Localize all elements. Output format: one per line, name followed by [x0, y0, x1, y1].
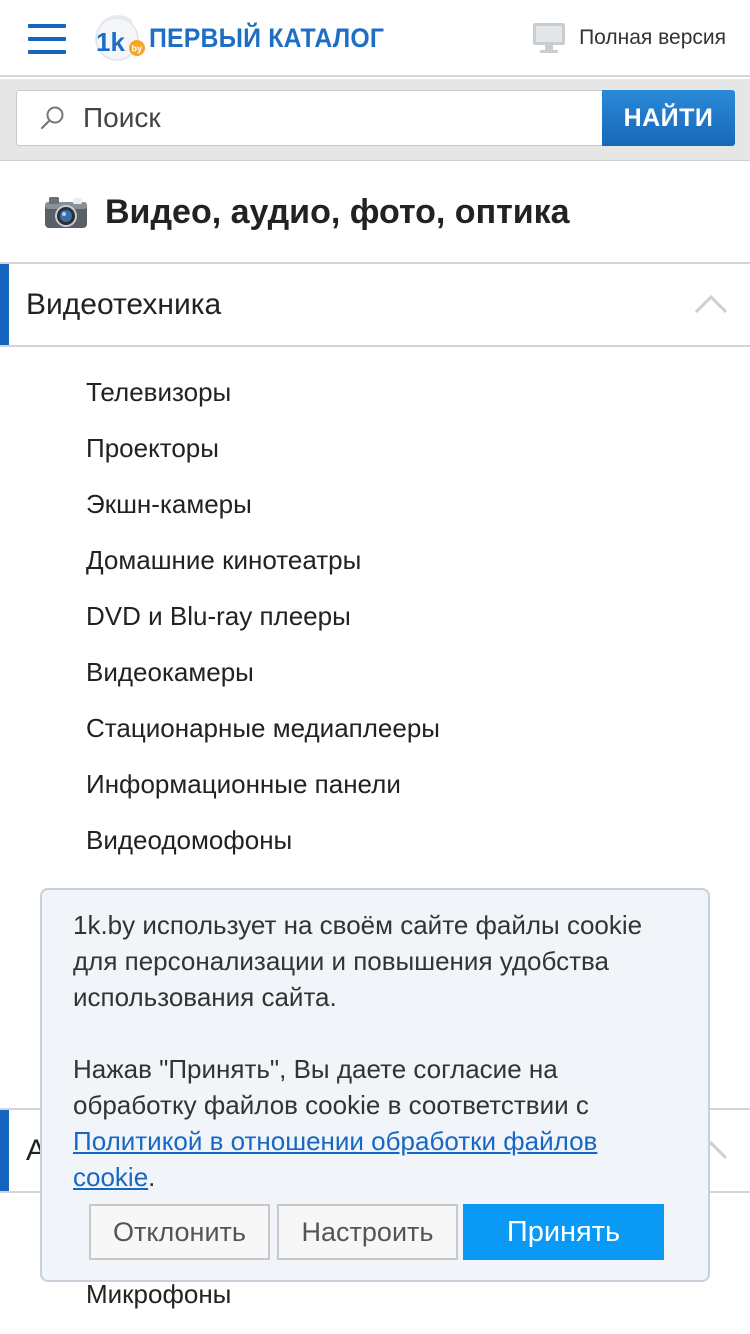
list-item[interactable]: Проекторы: [86, 433, 219, 464]
menu-icon[interactable]: [28, 24, 66, 54]
list-item[interactable]: DVD и Blu-ray плееры: [86, 601, 351, 632]
full-version-label: Полная версия: [579, 26, 726, 49]
category-header: Видео, аудио, фото, оптика: [0, 161, 750, 263]
logo-badge-icon: 1k by: [93, 12, 149, 64]
cookie-text: 1k.by использует на своём сайте файлы co…: [73, 910, 643, 1012]
list-item[interactable]: Стационарные медиаплееры: [86, 713, 440, 744]
logo-text: ПЕРВЫЙ КАТАЛОГ: [149, 22, 385, 53]
search-icon: [40, 106, 64, 130]
list-item[interactable]: Домашние кинотеатры: [86, 545, 361, 576]
top-header: 1k by ПЕРВЫЙ КАТАЛОГ Полная версия: [0, 0, 750, 77]
search-input[interactable]: [83, 102, 553, 134]
site-logo[interactable]: 1k by ПЕРВЫЙ КАТАЛОГ: [93, 12, 405, 64]
list-item[interactable]: Видеодомофоны: [86, 825, 292, 856]
section-videotechnika[interactable]: Видеотехника: [0, 262, 750, 347]
list-item[interactable]: Телевизоры: [86, 377, 231, 408]
decline-button[interactable]: Отклонить: [89, 1204, 270, 1260]
cookie-consent-text: Нажав "Принять", Вы даете согласие на об…: [73, 1051, 683, 1195]
list-item[interactable]: Видеокамеры: [86, 657, 254, 688]
list-item[interactable]: Информационные панели: [86, 769, 401, 800]
full-version-link[interactable]: Полная версия: [532, 18, 726, 58]
list-item[interactable]: Микрофоны: [86, 1279, 231, 1310]
section-label: Видеотехника: [26, 288, 222, 321]
monitor-icon: [533, 23, 566, 53]
configure-button[interactable]: Настроить: [277, 1204, 458, 1260]
search-box: [16, 90, 602, 146]
list-item[interactable]: Экшн-камеры: [86, 489, 252, 520]
accept-button[interactable]: Принять: [463, 1204, 664, 1260]
camera-icon: [45, 197, 87, 228]
svg-text:by: by: [132, 44, 143, 54]
cookie-consent-dialog: 1k.by использует на своём сайте файлы co…: [40, 888, 710, 1282]
search-bar: НАЙТИ: [0, 79, 750, 161]
cookie-consent-suffix: .: [148, 1162, 156, 1192]
svg-text:1k: 1k: [96, 27, 125, 57]
section-accent: [0, 264, 9, 345]
search-button[interactable]: НАЙТИ: [602, 90, 735, 146]
cookie-consent-prefix: Нажав "Принять", Вы даете согласие на об…: [73, 1054, 589, 1120]
section-accent: [0, 1110, 9, 1191]
chevron-up-icon[interactable]: [694, 292, 728, 314]
page-title: Видео, аудио, фото, оптика: [105, 192, 570, 231]
